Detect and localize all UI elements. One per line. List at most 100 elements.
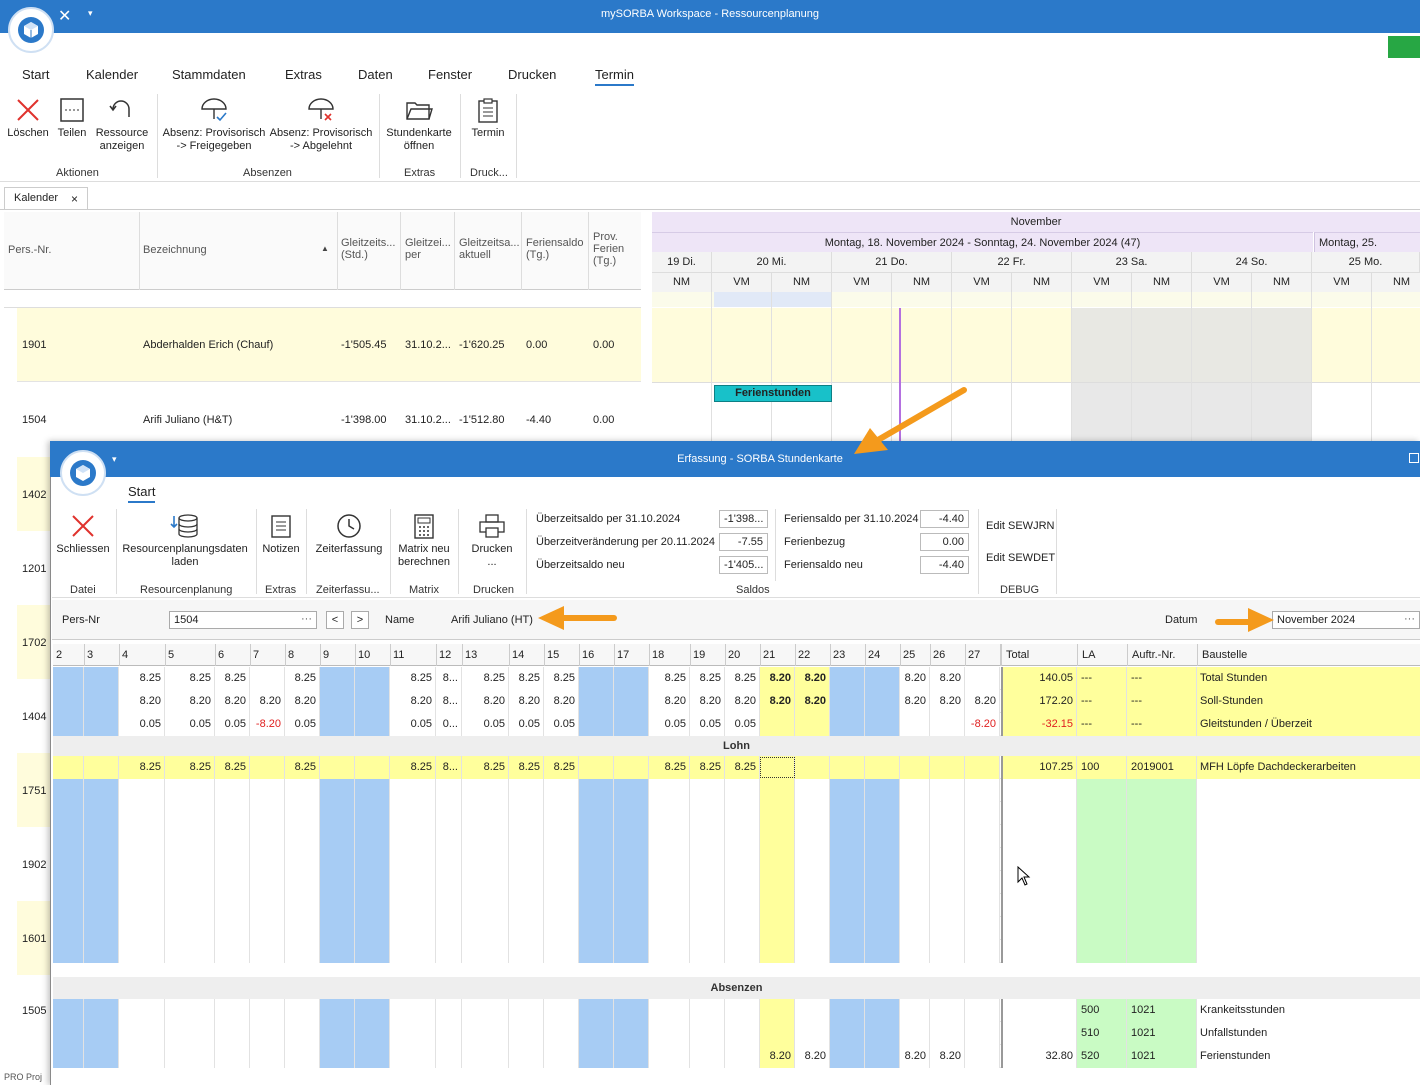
tab-kalender[interactable]: Kalender × <box>4 187 88 209</box>
day-cell[interactable] <box>725 1022 760 1045</box>
day-cell[interactable] <box>84 825 119 848</box>
total-cell[interactable] <box>1001 802 1077 825</box>
day-cell[interactable] <box>830 848 865 871</box>
day-cell[interactable] <box>355 756 390 779</box>
day-cell[interactable] <box>509 894 544 917</box>
day-cell[interactable] <box>760 1022 795 1045</box>
day-cell[interactable] <box>215 1045 250 1068</box>
day-cell[interactable] <box>830 917 865 940</box>
day-cell[interactable] <box>579 779 614 802</box>
total-cell[interactable] <box>1001 1022 1077 1045</box>
day-cell[interactable] <box>579 848 614 871</box>
day-header[interactable]: 4 <box>122 649 128 661</box>
day-cell[interactable] <box>579 894 614 917</box>
day-cell[interactable] <box>355 871 390 894</box>
feriensaldo-neu-field[interactable]: -4.40 <box>920 556 969 574</box>
menu-extras[interactable]: Extras <box>285 67 322 82</box>
day-cell[interactable] <box>725 848 760 871</box>
day-cell[interactable] <box>614 871 649 894</box>
day-cell[interactable] <box>614 667 649 690</box>
day-cell[interactable] <box>355 1045 390 1068</box>
total-cell[interactable] <box>1001 871 1077 894</box>
day-cell[interactable] <box>250 802 285 825</box>
day-cell[interactable] <box>53 756 84 779</box>
schliessen-button[interactable]: Schliessen <box>56 513 110 556</box>
day-cell[interactable] <box>250 1022 285 1045</box>
day-header[interactable]: 24 <box>868 649 880 661</box>
day-cell[interactable] <box>965 848 1000 871</box>
day-cell[interactable] <box>614 940 649 963</box>
day-cell[interactable] <box>965 802 1000 825</box>
day-cell[interactable] <box>579 802 614 825</box>
day-cell[interactable] <box>119 779 165 802</box>
day-cell[interactable] <box>320 802 355 825</box>
day-cell[interactable] <box>649 917 690 940</box>
day-cell[interactable] <box>614 1045 649 1068</box>
day-cell[interactable] <box>830 894 865 917</box>
day-cell[interactable] <box>544 917 579 940</box>
day-cell[interactable] <box>390 848 436 871</box>
day-cell[interactable] <box>285 825 320 848</box>
day-cell[interactable] <box>795 779 830 802</box>
day-cell[interactable] <box>690 894 725 917</box>
day-cell[interactable] <box>830 690 865 713</box>
menu-start[interactable]: Start <box>22 67 49 82</box>
day-cell[interactable] <box>390 1045 436 1068</box>
day-cell[interactable] <box>965 999 1000 1022</box>
day-cell[interactable] <box>865 825 900 848</box>
day-cell[interactable] <box>119 917 165 940</box>
day-cell[interactable] <box>900 871 930 894</box>
day-cell[interactable] <box>795 999 830 1022</box>
day-cell[interactable] <box>930 871 965 894</box>
baustelle-cell[interactable] <box>1197 802 1420 825</box>
day-cell[interactable] <box>900 802 930 825</box>
pers-nr-input[interactable]: 1504 ··· <box>169 611 317 629</box>
day-cell[interactable] <box>285 848 320 871</box>
day-header[interactable]: 21 <box>763 649 775 661</box>
day-cell[interactable] <box>320 1045 355 1068</box>
day-cell[interactable] <box>614 999 649 1022</box>
day-cell[interactable] <box>865 848 900 871</box>
ferienbezug-field[interactable]: 0.00 <box>920 533 969 551</box>
day-cell[interactable] <box>462 1045 509 1068</box>
day-cell[interactable] <box>53 690 84 713</box>
edit-sewjrn-button[interactable]: Edit SEWJRN <box>986 520 1054 532</box>
day-cell[interactable] <box>900 894 930 917</box>
day-cell[interactable] <box>690 825 725 848</box>
day-cell[interactable] <box>830 779 865 802</box>
day-cell[interactable] <box>865 894 900 917</box>
day-cell[interactable] <box>930 848 965 871</box>
auftr-cell[interactable] <box>1127 940 1197 963</box>
day-cell[interactable] <box>165 894 215 917</box>
day-cell[interactable] <box>509 871 544 894</box>
day-cell[interactable] <box>965 667 1000 690</box>
ueberzeitsaldo-neu-field[interactable]: -1'405... <box>719 556 768 574</box>
day-cell[interactable] <box>614 690 649 713</box>
day-cell[interactable] <box>436 1045 462 1068</box>
day-cell[interactable] <box>830 802 865 825</box>
day-cell[interactable] <box>830 940 865 963</box>
day-cell[interactable] <box>84 802 119 825</box>
day-cell[interactable] <box>649 871 690 894</box>
day-cell[interactable] <box>355 917 390 940</box>
ueberzeitsaldo-field[interactable]: -1'398... <box>719 510 768 528</box>
day-cell[interactable] <box>436 825 462 848</box>
day-cell[interactable] <box>436 999 462 1022</box>
day-cell[interactable] <box>930 917 965 940</box>
day-cell[interactable] <box>462 825 509 848</box>
auftr-cell[interactable] <box>1127 848 1197 871</box>
day-header[interactable]: 6 <box>218 649 224 661</box>
day-cell[interactable] <box>215 940 250 963</box>
day-cell[interactable] <box>760 825 795 848</box>
day-cell[interactable] <box>579 756 614 779</box>
col-gleitzeit-per[interactable]: Gleitzei... per <box>405 237 451 261</box>
day-cell[interactable] <box>119 1045 165 1068</box>
day-cell[interactable] <box>649 802 690 825</box>
day-cell[interactable] <box>165 1045 215 1068</box>
day-cell[interactable] <box>830 1045 865 1068</box>
day-cell[interactable] <box>84 940 119 963</box>
day-cell[interactable] <box>215 848 250 871</box>
day-cell[interactable] <box>649 848 690 871</box>
day-cell[interactable] <box>725 779 760 802</box>
day-cell[interactable] <box>320 1022 355 1045</box>
